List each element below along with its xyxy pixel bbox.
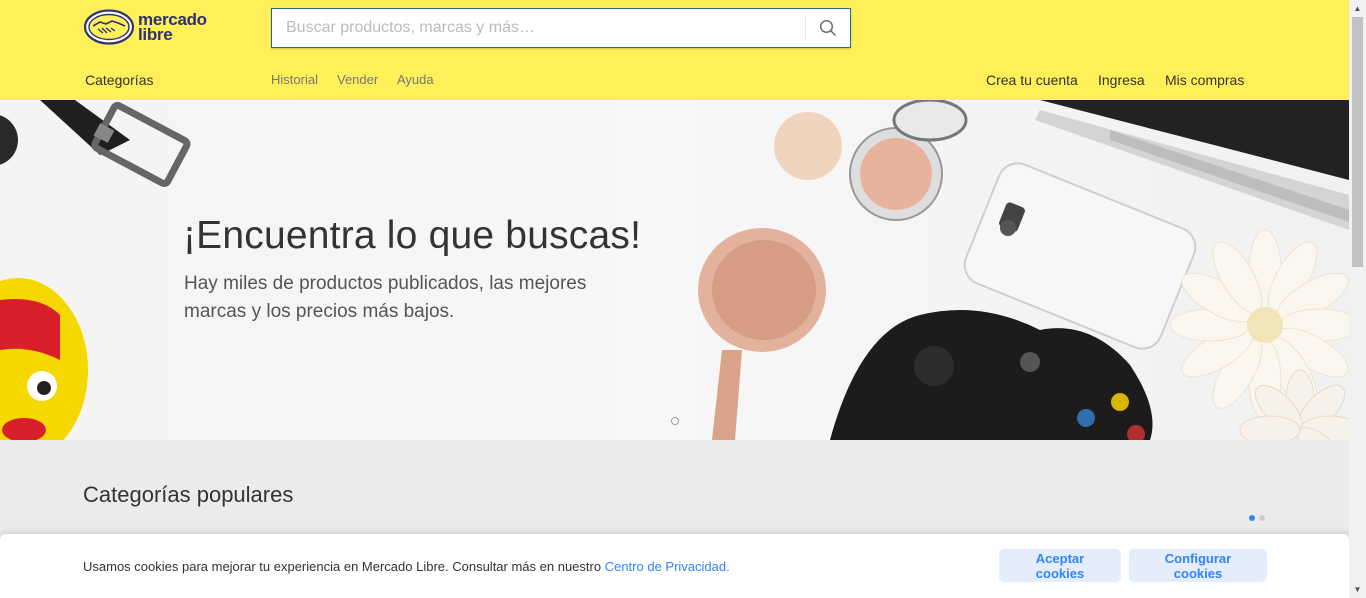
hero-subtitle: Hay miles de productos publicados, las m…: [184, 273, 587, 322]
nav-my-purchases[interactable]: Mis compras: [1165, 72, 1244, 88]
section-title-popular-categories: Categorías populares: [83, 482, 294, 507]
logo-line-2: libre: [138, 25, 173, 44]
nav-help[interactable]: Ayuda: [397, 72, 434, 87]
scroll-down-arrow-icon[interactable]: ▼: [1349, 581, 1366, 598]
search-input[interactable]: [272, 9, 805, 47]
scrollbar-thumb[interactable]: [1352, 17, 1363, 267]
nav-login[interactable]: Ingresa: [1098, 72, 1145, 88]
vertical-scrollbar[interactable]: ▲ ▼: [1349, 0, 1366, 598]
carousel-page-dot-active[interactable]: [1249, 515, 1255, 521]
nav-categories[interactable]: Categorías: [85, 72, 153, 88]
scroll-up-arrow-icon[interactable]: ▲: [1349, 0, 1366, 17]
cookie-banner: Usamos cookies para mejorar tu experienc…: [0, 534, 1349, 598]
cookie-message: Usamos cookies para mejorar tu experienc…: [83, 559, 730, 574]
hero-title: ¡Encuentra lo que buscas!: [183, 214, 642, 257]
handshake-logo-icon: [84, 9, 134, 45]
carousel-page-dot[interactable]: [1259, 515, 1265, 521]
carousel-dot[interactable]: [671, 417, 679, 425]
nav-sell[interactable]: Vender: [337, 72, 378, 87]
search-bar: [271, 8, 851, 48]
cookie-text: Usamos cookies para mejorar tu experienc…: [83, 559, 605, 574]
configure-cookies-button[interactable]: Configurar cookies: [1129, 549, 1267, 582]
logo-wordmark: mercado libre: [138, 11, 207, 44]
privacy-center-link[interactable]: Centro de Privacidad.: [605, 559, 730, 574]
mercadolibre-logo[interactable]: mercado libre: [84, 9, 207, 45]
accept-cookies-button[interactable]: Aceptar cookies: [999, 549, 1121, 582]
header: mercado libre Categorías Historial Vende…: [0, 0, 1349, 100]
nav-history[interactable]: Historial: [271, 72, 318, 87]
nav-create-account[interactable]: Crea tu cuenta: [986, 72, 1078, 88]
search-button[interactable]: [806, 9, 850, 47]
hero-banner[interactable]: ¡Encuentra lo que buscas! Hay miles de p…: [0, 100, 1349, 440]
search-icon: [819, 19, 836, 36]
